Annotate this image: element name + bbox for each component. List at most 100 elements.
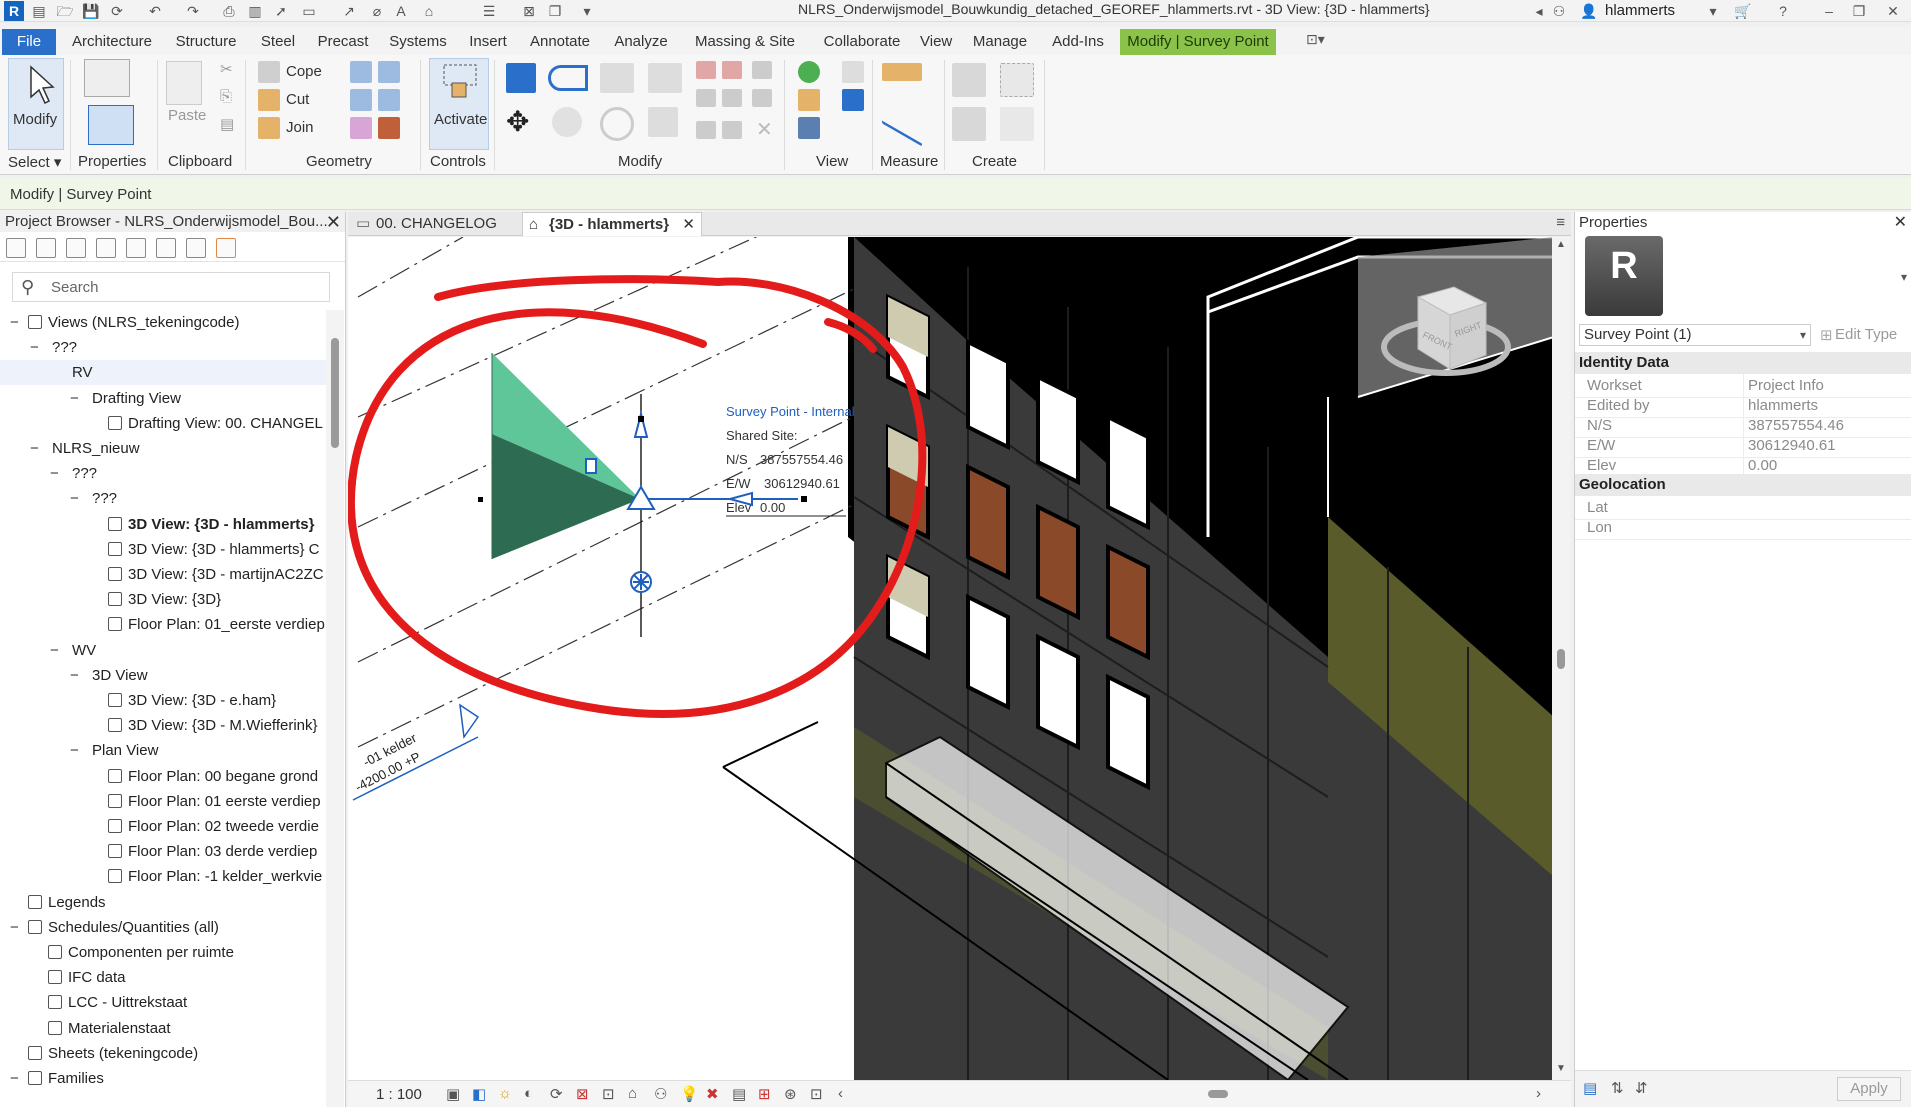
properties-close-icon[interactable]: ✕ xyxy=(1894,212,1907,232)
close-window-icon[interactable]: ✕ xyxy=(1884,2,1902,20)
user-icon[interactable]: 👤 xyxy=(1580,2,1598,20)
unpin-icon[interactable] xyxy=(752,89,772,107)
cope-label[interactable]: Cope xyxy=(286,63,322,80)
scroll-right-icon[interactable]: › xyxy=(1536,1085,1541,1102)
tree-item[interactable]: Floor Plan: -1 kelder_werkvie xyxy=(0,864,326,889)
tree-item[interactable]: Floor Plan: 03 derde verdiep xyxy=(0,839,326,864)
create-group-icon[interactable] xyxy=(952,107,986,141)
create-parts-icon[interactable] xyxy=(1000,63,1034,97)
redo-icon[interactable]: ↷ xyxy=(184,2,202,20)
elev-value[interactable]: 0.00 xyxy=(760,500,785,515)
type-selector[interactable]: Survey Point (1) ▾ xyxy=(1579,324,1811,346)
properties-button-icon[interactable] xyxy=(88,105,134,145)
tree-item[interactable]: − WV xyxy=(0,638,326,663)
ew-value[interactable]: 30612940.61 xyxy=(764,476,840,491)
ribbon-tab-massing-site[interactable]: Massing & Site xyxy=(682,29,808,55)
collapse-toggle-icon[interactable]: − xyxy=(10,915,19,940)
viewport-scroll-thumb[interactable] xyxy=(1557,649,1565,669)
link-filter-icon[interactable] xyxy=(186,238,206,258)
array-icon[interactable] xyxy=(696,89,716,107)
delete-icon[interactable]: ✕ xyxy=(756,117,773,142)
app-logo-icon[interactable]: R xyxy=(4,1,24,21)
tab-changelog[interactable]: ▭ 00. CHANGELOG xyxy=(350,212,520,236)
tree-item[interactable]: − Families xyxy=(0,1066,326,1091)
tag-icon[interactable]: ⌀ xyxy=(368,2,386,20)
scroll-up-icon[interactable]: ▲ xyxy=(1556,239,1566,250)
browser-scroll-thumb[interactable] xyxy=(331,338,339,448)
ribbon-tab-file[interactable]: File xyxy=(2,29,56,55)
collapse-toggle-icon[interactable]: − xyxy=(50,461,59,486)
open-folder-icon[interactable]: 🗁 xyxy=(56,2,74,20)
paint-brush-icon[interactable] xyxy=(798,89,820,111)
text-icon[interactable]: A xyxy=(392,2,410,20)
rotate-icon[interactable] xyxy=(600,107,634,141)
ribbon-tab-view[interactable]: View xyxy=(914,29,958,55)
close-hidden-icon[interactable]: ⊠ xyxy=(520,2,538,20)
sort-desc-icon[interactable]: ⇵ xyxy=(1635,1079,1648,1097)
scroll-down-icon[interactable]: ▼ xyxy=(1556,1063,1566,1074)
ribbon-tab-add-ins[interactable]: Add-Ins xyxy=(1040,29,1116,55)
align-icon[interactable] xyxy=(506,63,536,93)
view-scale[interactable]: 1 : 100 xyxy=(376,1086,422,1103)
cart-icon[interactable]: 🛒 xyxy=(1734,2,1752,20)
visual-style-icon[interactable]: ◧ xyxy=(472,1085,486,1103)
home-icon[interactable] xyxy=(6,238,26,258)
trim-multiple-icon[interactable] xyxy=(696,121,716,139)
property-section[interactable]: Identity Data xyxy=(1575,352,1911,374)
show-crop-icon[interactable]: ⊡ xyxy=(602,1085,615,1103)
ribbon-minimize-icon[interactable]: ⊡▾ xyxy=(1306,31,1325,48)
demolish-icon[interactable] xyxy=(378,89,400,111)
reveal-hidden-icon[interactable]: 💡 xyxy=(680,1085,699,1103)
cut-label[interactable]: Cut xyxy=(286,91,309,108)
ribbon-tab-architecture[interactable]: Architecture xyxy=(62,29,162,55)
modify-button[interactable]: Modify xyxy=(8,58,64,150)
edit-type-button[interactable]: Edit Type xyxy=(1835,326,1897,343)
tree-item[interactable]: Floor Plan: 02 tweede verdie xyxy=(0,814,326,839)
group-filter-icon[interactable] xyxy=(156,238,176,258)
sync-icon[interactable]: ⟳ xyxy=(108,2,126,20)
ribbon-tab-manage[interactable]: Manage xyxy=(964,29,1036,55)
shadows-icon[interactable]: ◐ xyxy=(524,1085,533,1102)
measure-icon[interactable]: ▭ xyxy=(300,2,318,20)
tree-item[interactable]: 3D View: {3D - hlammerts} C xyxy=(0,537,326,562)
tree-item[interactable]: − Plan View xyxy=(0,738,326,763)
linework-icon[interactable] xyxy=(842,61,864,83)
restore-icon[interactable]: ❐ xyxy=(1850,2,1868,20)
tree-item[interactable]: − Drafting View xyxy=(0,386,326,411)
tree-item[interactable]: 3D View: {3D - hlammerts} xyxy=(0,512,326,537)
collapse-toggle-icon[interactable]: − xyxy=(10,310,19,335)
worksharing-display-icon[interactable]: ⊛ xyxy=(784,1085,797,1103)
tree-item[interactable]: 3D View: {3D - e.ham} xyxy=(0,688,326,713)
aligned-dimension-icon[interactable] xyxy=(882,93,922,147)
minimize-icon[interactable]: – xyxy=(1820,2,1838,20)
join-icon[interactable] xyxy=(258,117,280,139)
thin-lines-icon[interactable]: ☰ xyxy=(480,2,498,20)
home-view-icon[interactable]: ⌂ xyxy=(420,2,438,20)
paint-icon[interactable] xyxy=(378,61,400,83)
cut-geometry-icon[interactable] xyxy=(258,89,280,111)
collapse-toggle-icon[interactable]: − xyxy=(30,335,39,360)
schedule-filter-icon[interactable] xyxy=(96,238,116,258)
search-input[interactable] xyxy=(51,277,321,297)
tree-item[interactable]: RV xyxy=(0,360,326,386)
match-properties-icon[interactable]: ▤ xyxy=(220,115,234,133)
customize-qat-icon[interactable]: ▾ xyxy=(578,2,596,20)
offset-icon[interactable] xyxy=(548,65,588,91)
override-graphics-icon[interactable] xyxy=(798,61,820,83)
properties-help-icon[interactable]: ▤ xyxy=(1583,1079,1597,1097)
hammer-icon[interactable] xyxy=(378,117,400,139)
tree-item[interactable]: Materialenstaat xyxy=(0,1016,326,1041)
ribbon-tab-annotate[interactable]: Annotate xyxy=(520,29,600,55)
tree-item[interactable]: Componenten per ruimte xyxy=(0,940,326,965)
tree-item[interactable]: IFC data xyxy=(0,965,326,990)
tree-item[interactable]: Floor Plan: 01_eerste verdiep xyxy=(0,612,326,637)
viewport-scrollbar[interactable]: ▲ ▼ xyxy=(1552,237,1570,1080)
mirror-draw-axis-icon[interactable] xyxy=(648,63,682,93)
cope-icon[interactable] xyxy=(258,61,280,83)
tree-item[interactable]: − NLRS_nieuw xyxy=(0,436,326,461)
ribbon-tab-steel[interactable]: Steel xyxy=(250,29,306,55)
tree-item[interactable]: Sheets (tekeningcode) xyxy=(0,1041,326,1066)
left-arrow-icon[interactable]: ◂ xyxy=(1530,2,1548,20)
undo-icon[interactable]: ↶ xyxy=(146,2,164,20)
collapse-toggle-icon[interactable]: − xyxy=(70,663,79,688)
